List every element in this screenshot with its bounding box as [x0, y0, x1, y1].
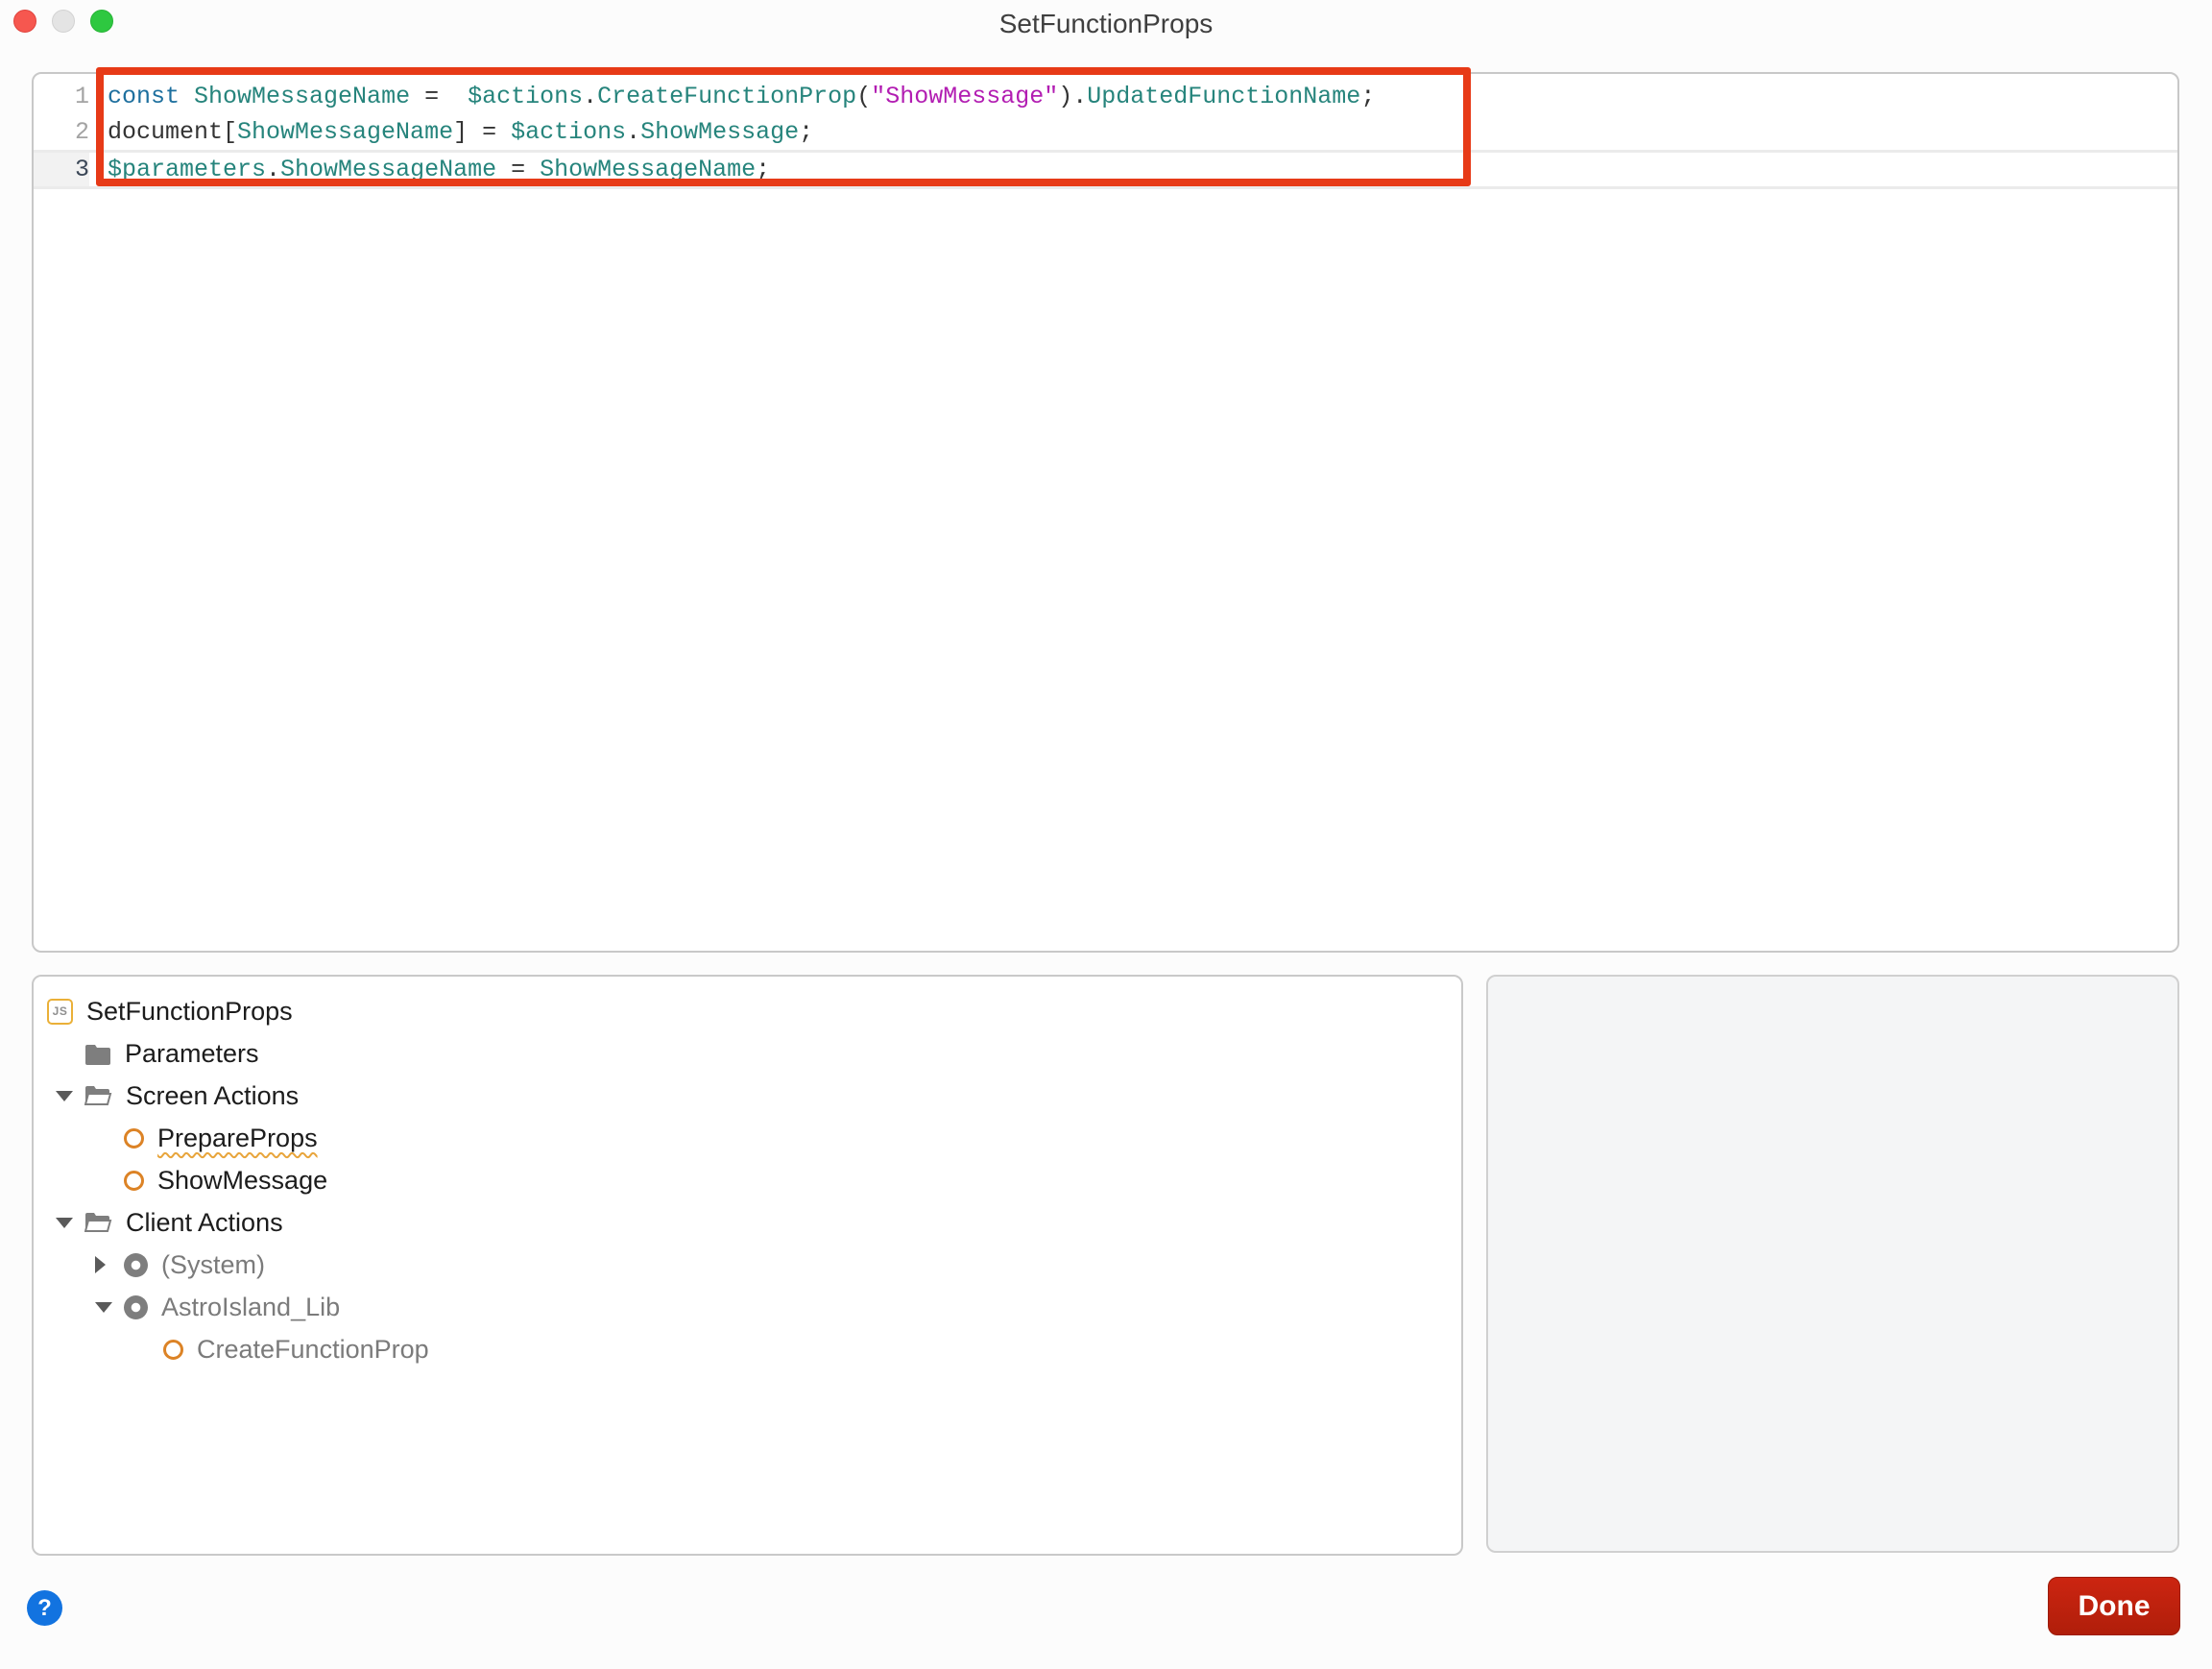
tree-item-system[interactable]: (System) [34, 1244, 1461, 1286]
line-number: 1 [74, 83, 89, 110]
help-button[interactable]: ? [27, 1590, 62, 1626]
code-token: ShowMessageName [194, 83, 411, 110]
tree-item-label: ShowMessage [157, 1165, 328, 1195]
module-icon [124, 1294, 148, 1319]
tree-item-label: CreateFunctionProp [197, 1334, 429, 1364]
code-token: ; [756, 156, 771, 183]
code-token: . [583, 83, 598, 110]
tree-rows-container: JS SetFunctionProps Parameters Screen Actio… [34, 990, 1461, 1370]
code-token: const [108, 83, 180, 110]
code-lines-container: 1 const ShowMessageName = $actions.Create… [34, 79, 2177, 189]
module-icon [124, 1252, 148, 1277]
tree-item-label: PrepareProps [157, 1123, 318, 1152]
detail-panel [1486, 975, 2179, 1553]
tree-item-astroisland-lib[interactable]: AstroIsland_Lib [34, 1286, 1461, 1328]
tree-item-prepareprops[interactable]: PrepareProps [34, 1117, 1461, 1159]
code-token: . [266, 156, 281, 183]
tree-item-label: Screen Actions [126, 1080, 300, 1110]
done-button[interactable]: Done [2048, 1577, 2180, 1635]
tree-item-setfunctionprops[interactable]: JS SetFunctionProps [34, 990, 1461, 1032]
window-title: SetFunctionProps [998, 9, 1214, 38]
tree-item-parameters[interactable]: Parameters [34, 1032, 1461, 1075]
code-token: ShowMessageName [540, 156, 757, 183]
code-token: ). [1058, 83, 1088, 110]
action-circle-icon [163, 1339, 183, 1360]
js-icon: JS [47, 998, 73, 1025]
chevron-down-icon[interactable] [56, 1217, 84, 1228]
folder-icon [84, 1043, 111, 1065]
code-token: ShowMessageName [237, 118, 454, 146]
tree-item-label: (System) [161, 1249, 265, 1279]
tree-item-showmessage[interactable]: ShowMessage [34, 1159, 1461, 1201]
folder-open-icon [84, 1084, 112, 1107]
actions-tree-panel: JS SetFunctionProps Parameters Screen Actio… [32, 975, 1463, 1556]
code-content: $parameters.ShowMessageName = ShowMessag… [89, 153, 770, 186]
tree-item-label: Parameters [125, 1038, 259, 1068]
code-token: ; [1360, 83, 1376, 110]
code-token: $actions [511, 118, 627, 146]
code-token: ShowMessageName [280, 156, 497, 183]
code-token: . [626, 118, 641, 146]
folder-open-icon [84, 1211, 112, 1234]
line-number: 3 [34, 153, 89, 186]
code-token: CreateFunctionProp [597, 83, 857, 110]
question-mark-icon: ? [37, 1594, 52, 1621]
code-line[interactable]: 2 document[ShowMessageName] = $actions.Sh… [34, 114, 2177, 150]
code-token: $parameters [108, 156, 267, 183]
code-token: ; [799, 118, 814, 146]
code-token: UpdatedFunctionName [1087, 83, 1361, 110]
code-token: = [496, 156, 541, 183]
code-token: "ShowMessage" [871, 83, 1059, 110]
code-token: ( [856, 83, 872, 110]
code-token: $actions [468, 83, 584, 110]
chevron-down-icon[interactable] [95, 1301, 124, 1313]
code-editor[interactable]: 1 const ShowMessageName = $actions.Create… [32, 72, 2179, 953]
code-token: ] = [453, 118, 512, 146]
tree-item-label: Client Actions [126, 1207, 283, 1237]
line-number: 2 [74, 118, 89, 146]
code-token: = [410, 83, 469, 110]
tree-item-label: AstroIsland_Lib [161, 1292, 341, 1321]
title-bar: SetFunctionProps [0, 0, 2212, 50]
code-token: document[ [108, 118, 238, 146]
tree-item-client-actions[interactable]: Client Actions [34, 1201, 1461, 1244]
tree-item-label: SetFunctionProps [86, 996, 293, 1026]
action-circle-icon [124, 1127, 144, 1149]
tree-item-screen-actions[interactable]: Screen Actions [34, 1075, 1461, 1117]
chevron-down-icon[interactable] [56, 1090, 84, 1101]
code-line[interactable]: 3 $parameters.ShowMessageName = ShowMessa… [34, 150, 2177, 189]
code-content: const ShowMessageName = $actions.CreateF… [89, 79, 1375, 114]
tree-item-createfunctionprop[interactable]: CreateFunctionProp [34, 1328, 1461, 1370]
action-circle-icon [124, 1170, 144, 1191]
code-token: ShowMessage [640, 118, 800, 146]
code-content: document[ShowMessageName] = $actions.Sho… [89, 114, 813, 150]
chevron-right-icon[interactable] [95, 1256, 124, 1273]
code-line[interactable]: 1 const ShowMessageName = $actions.Create… [34, 79, 2177, 114]
